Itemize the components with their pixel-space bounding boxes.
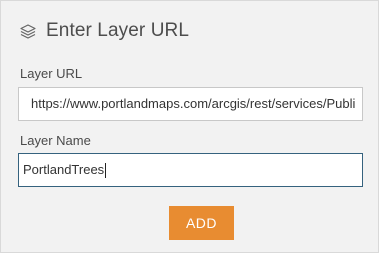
add-button[interactable]: ADD (169, 206, 234, 240)
layers-icon (19, 22, 37, 40)
layer-name-value: PortlandTrees (23, 162, 105, 177)
layer-url-label: Layer URL (20, 66, 83, 81)
layer-url-input[interactable]: https://www.portlandmaps.com/arcgis/rest… (18, 87, 363, 121)
layer-name-input[interactable]: PortlandTrees (18, 153, 363, 187)
panel-header: Enter Layer URL (19, 19, 189, 43)
enter-layer-url-panel: Enter Layer URL Layer URL https://www.po… (0, 0, 379, 253)
layer-name-label: Layer Name (20, 133, 91, 148)
panel-title: Enter Layer URL (46, 20, 190, 41)
text-cursor (105, 162, 107, 178)
